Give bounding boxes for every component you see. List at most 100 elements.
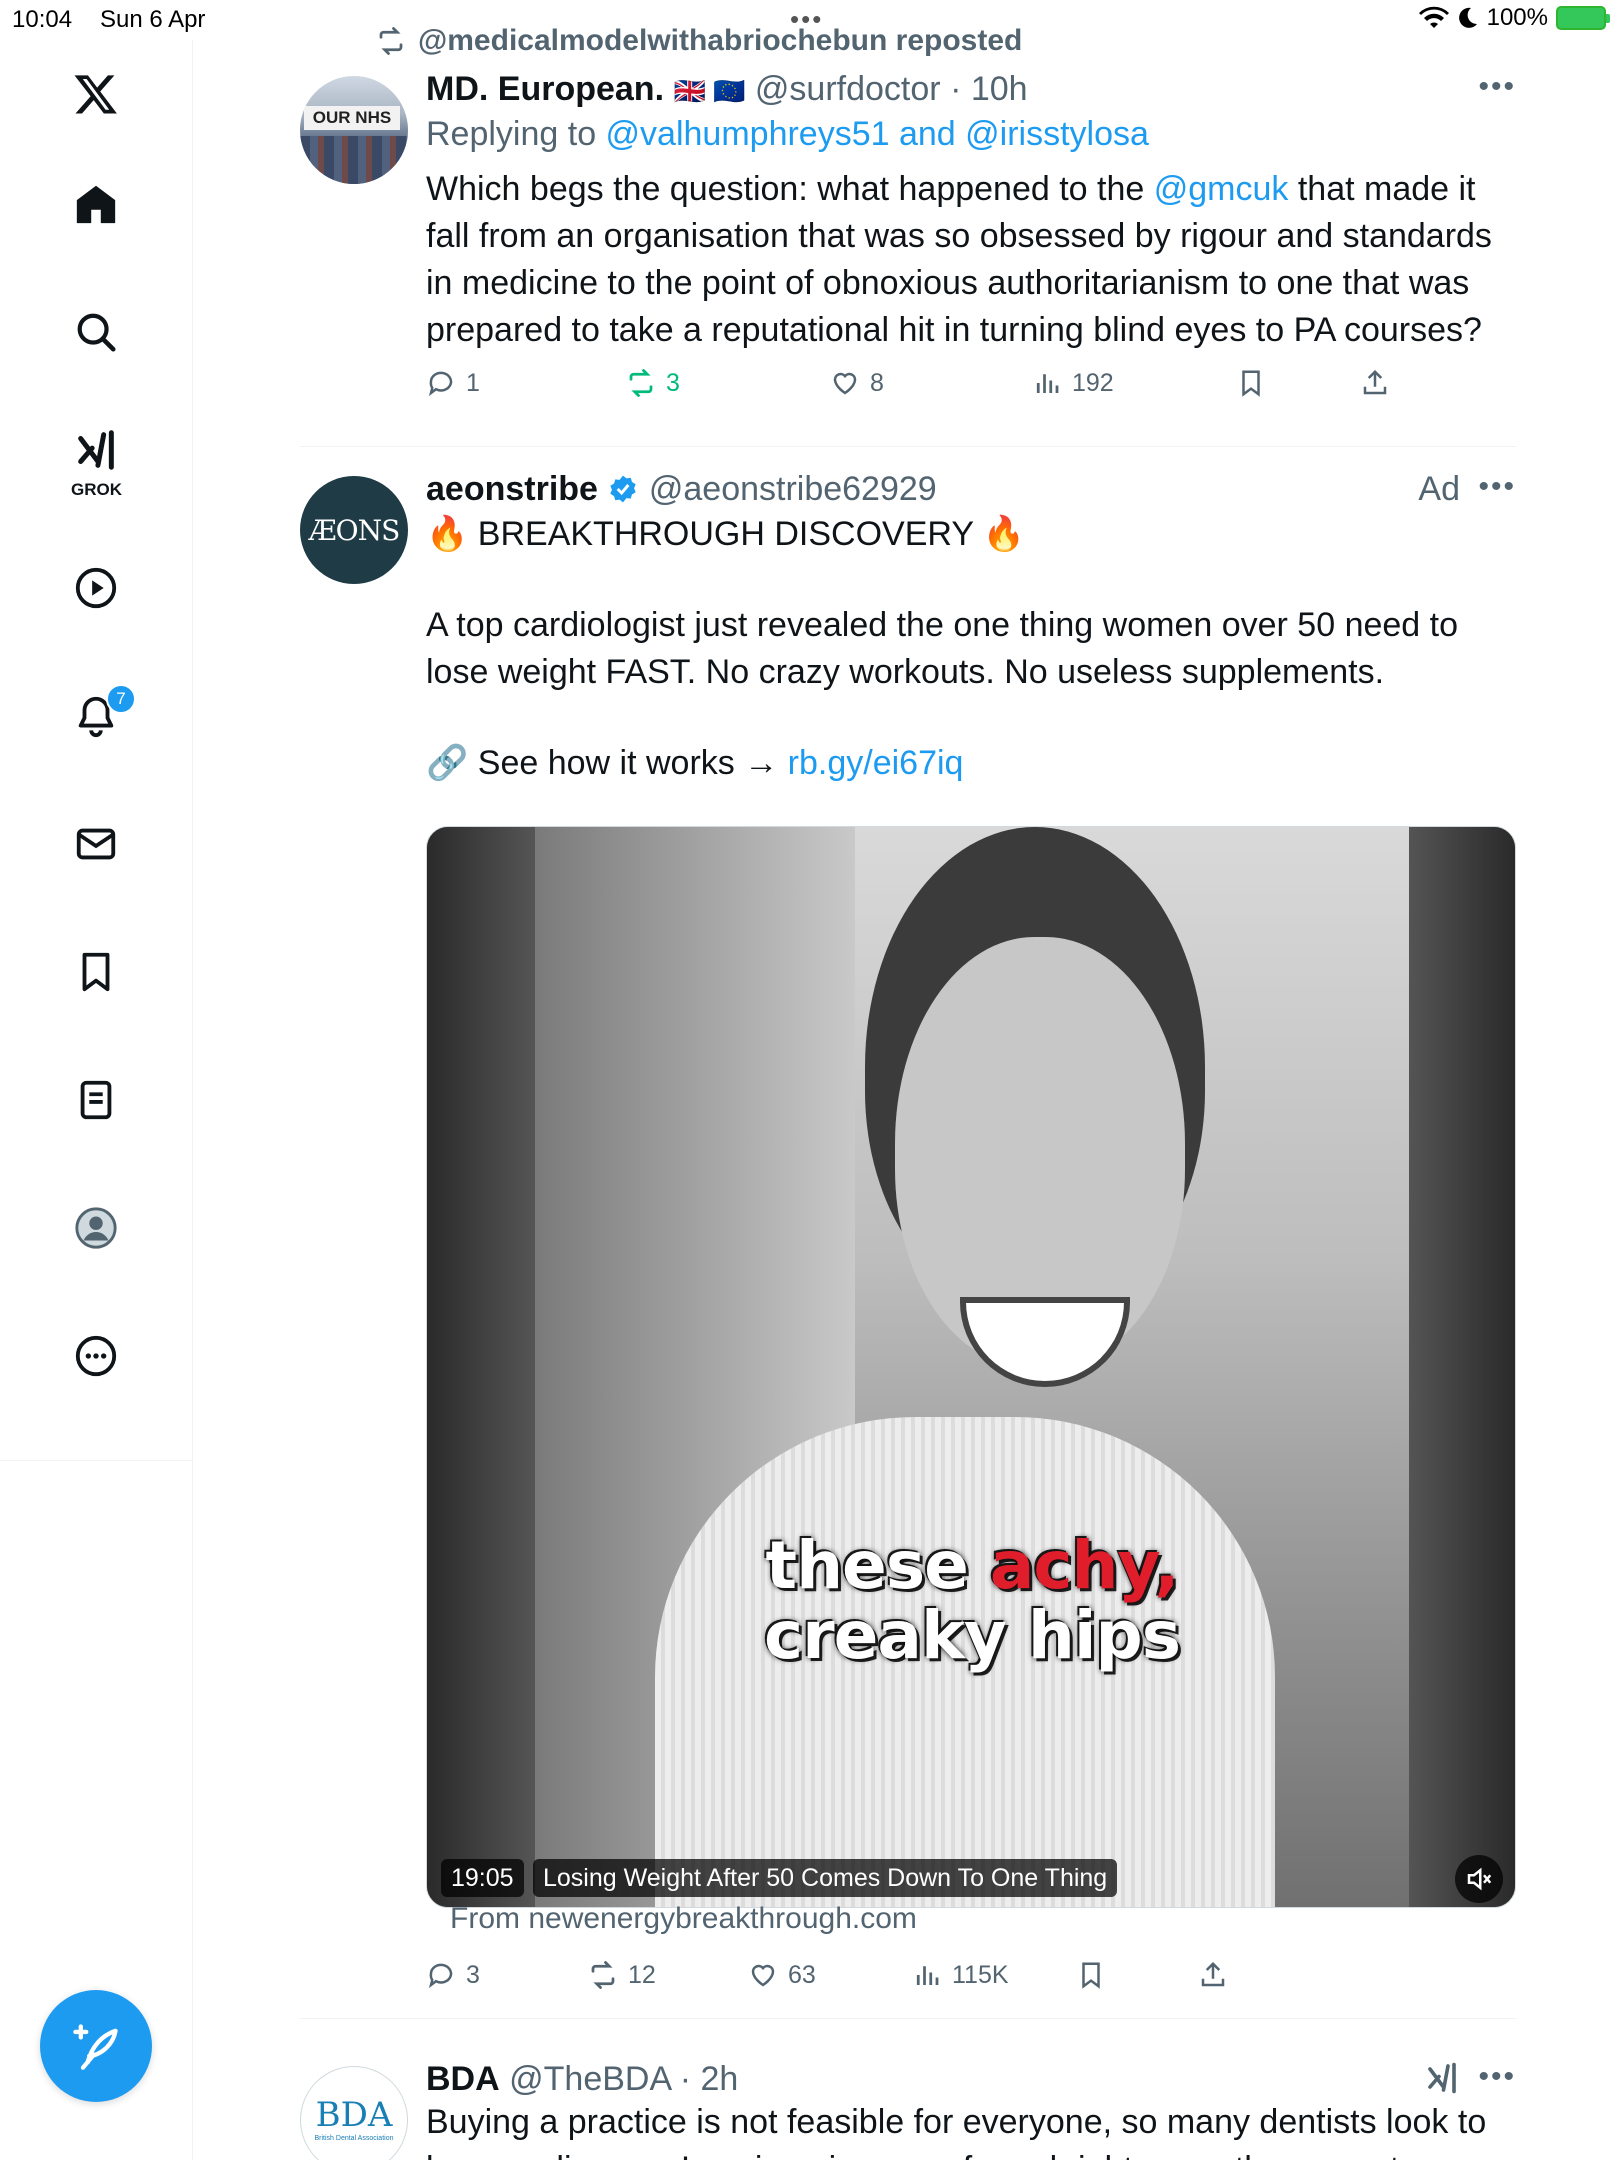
like-count: 8 <box>870 368 884 397</box>
video-caption-line-1: these achy, <box>427 1527 1515 1604</box>
flag-emojis: 🇬🇧 🇪🇺 <box>673 76 746 106</box>
share-button[interactable] <box>1198 1960 1228 1990</box>
more-icon[interactable]: ••• <box>1478 470 1516 504</box>
repost-count: 12 <box>628 1960 656 1989</box>
avatar-banner-text: OUR NHS <box>304 106 400 130</box>
tweet-text-part: Which begs the question: what happened t… <box>426 170 1154 208</box>
avatar[interactable]: OUR NHS <box>300 76 408 184</box>
reply-icon <box>428 1963 453 1989</box>
compose-feather-icon <box>73 2024 118 2070</box>
reply-button[interactable]: 1 <box>426 368 480 398</box>
dot-separator: · <box>940 70 971 108</box>
battery-icon <box>1556 6 1610 30</box>
notification-count-badge: 7 <box>106 684 136 714</box>
video-letterbox-left <box>427 827 535 1907</box>
video-letterbox-right <box>1407 827 1515 1907</box>
replying-prefix: Replying to <box>426 115 606 153</box>
bookmark-button[interactable] <box>1236 368 1266 398</box>
heart-icon <box>833 372 857 395</box>
x-logo-icon[interactable] <box>66 64 126 124</box>
avatar[interactable]: ÆONS <box>300 476 408 584</box>
compose-post-button[interactable] <box>40 1990 152 2102</box>
tweet-bda[interactable]: BDA British Dental Association BDA @TheB… <box>300 2040 1516 2160</box>
status-time: 10:04 <box>12 6 73 33</box>
repost-text: @medicalmodelwithabriochebun reposted <box>418 24 1023 57</box>
views-button[interactable]: 192 <box>1032 368 1114 398</box>
repost-icon <box>591 1961 615 1989</box>
reply-count: 3 <box>466 1960 480 1989</box>
video-frame <box>535 827 1409 1907</box>
tweet-content: MD. European. 🇬🇧 🇪🇺 @surfdoctor · 10h ••… <box>426 70 1516 408</box>
verified-badge-icon <box>610 475 637 503</box>
timestamp[interactable]: 2h <box>700 2060 738 2098</box>
repost-button[interactable]: 12 <box>588 1960 656 1990</box>
search-icon[interactable] <box>66 302 126 362</box>
views-chart-icon <box>916 1966 939 1985</box>
lists-icon[interactable] <box>66 1070 126 1130</box>
bookmark-icon[interactable] <box>66 942 126 1002</box>
grok-icon[interactable] <box>66 420 126 480</box>
profile-icon[interactable] <box>66 1198 126 1258</box>
tweet-text: Which begs the question: what happened t… <box>426 166 1516 354</box>
tweet-text: Buying a practice is not feasible for ev… <box>426 2103 1487 2160</box>
avatar-subtext: British Dental Association <box>314 2135 394 2142</box>
speaker-muted-icon <box>1467 1867 1492 1891</box>
timestamp[interactable]: 10h <box>971 70 1028 108</box>
ad-cta: 🔗 See how it works → rb.gy/ei67iq <box>426 740 1516 787</box>
repost-button[interactable]: 3 <box>626 368 680 398</box>
more-icon[interactable]: ••• <box>1478 2060 1516 2094</box>
handle[interactable]: @aeonstribe62929 <box>649 470 937 508</box>
tweet-header: MD. European. 🇬🇧 🇪🇺 @surfdoctor · 10h ••… <box>426 70 1516 109</box>
repost-count: 3 <box>666 368 680 397</box>
reply-count: 1 <box>466 368 480 397</box>
video-smile-shape <box>960 1297 1130 1387</box>
display-name[interactable]: BDA <box>426 2060 500 2098</box>
status-date: Sun 6 Apr <box>100 6 206 33</box>
repost-header: @medicalmodelwithabriochebun reposted <box>376 24 1022 58</box>
bookmark-icon <box>1082 1962 1100 1989</box>
like-button[interactable]: 8 <box>830 368 884 398</box>
video-title: Losing Weight After 50 Comes Down To One… <box>533 1859 1118 1897</box>
grok-icon[interactable] <box>1424 2060 1460 2096</box>
replying-to: Replying to @valhumphreys51 and @irissty… <box>426 115 1516 154</box>
ad-source[interactable]: From newenergybreakthrough.com <box>450 1902 917 1936</box>
cta-text: 🔗 See how it works → <box>426 744 788 782</box>
handle[interactable]: @TheBDA <box>509 2060 670 2098</box>
avatar-text: BDA <box>315 2095 393 2135</box>
ad-paragraph: A top cardiologist just revealed the one… <box>426 606 1459 691</box>
views-button[interactable]: 115K <box>912 1960 1009 1990</box>
video-play-icon[interactable] <box>66 558 126 618</box>
replying-users-link[interactable]: @valhumphreys51 and @irisstylosa <box>606 115 1149 153</box>
tweet-header: BDA @TheBDA · 2h ••• <box>426 2060 1516 2099</box>
handle[interactable]: @surfdoctor <box>755 70 941 108</box>
reply-button[interactable]: 3 <box>426 1960 480 1990</box>
reply-icon <box>428 371 453 397</box>
more-icon[interactable]: ••• <box>1478 70 1516 104</box>
tweet-ad[interactable]: ÆONS aeonstribe @aeonstribe62929 Ad ••• … <box>300 470 1516 2010</box>
cta-link[interactable]: rb.gy/ei67iq <box>788 744 964 782</box>
like-count: 63 <box>788 1960 816 1989</box>
avatar[interactable]: BDA British Dental Association <box>300 2066 408 2160</box>
messages-envelope-icon[interactable] <box>66 814 126 874</box>
home-icon[interactable] <box>66 174 126 234</box>
more-options-icon[interactable] <box>66 1326 126 1386</box>
video-player[interactable]: these achy, creaky hips 19:05 Losing Wei… <box>426 826 1516 1908</box>
share-icon <box>1201 1961 1225 1987</box>
heart-icon <box>751 1964 775 1987</box>
dot-separator: · <box>670 2060 701 2098</box>
tweet-reposted[interactable]: @medicalmodelwithabriochebun reposted OU… <box>300 24 1516 414</box>
share-button[interactable] <box>1360 368 1390 398</box>
like-button[interactable]: 63 <box>748 1960 816 1990</box>
bookmark-button[interactable] <box>1076 1960 1106 1990</box>
grok-label: GROK <box>71 480 122 499</box>
mute-button[interactable] <box>1455 1855 1503 1903</box>
ad-headline: 🔥 BREAKTHROUGH DISCOVERY 🔥 <box>426 515 1026 553</box>
tweet-content: aeonstribe @aeonstribe62929 Ad ••• 🔥 BRE… <box>426 470 1516 787</box>
avatar-crowd-image <box>300 136 408 184</box>
display-name[interactable]: aeonstribe <box>426 470 598 508</box>
display-name[interactable]: MD. European. <box>426 70 664 108</box>
view-count: 115K <box>952 1960 1009 1989</box>
video-caption-line-2: creaky hips <box>763 1597 1181 1674</box>
mention-link[interactable]: @gmcuk <box>1154 170 1289 208</box>
views-chart-icon <box>1036 374 1059 393</box>
